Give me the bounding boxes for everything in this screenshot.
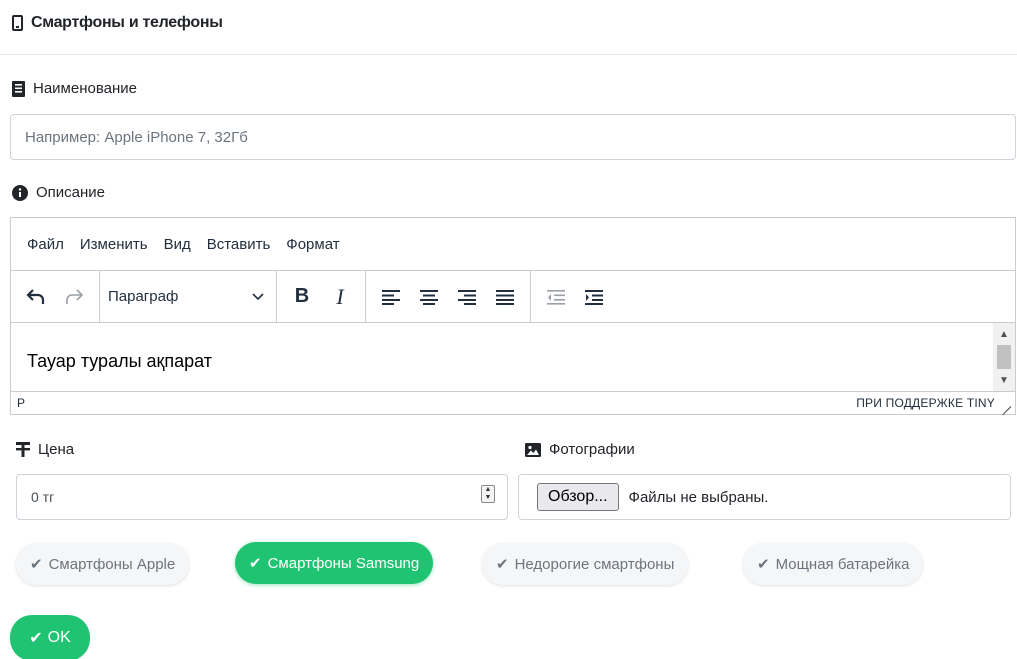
page-title: Смартфоны и телефоны <box>31 14 223 31</box>
block-format-value: Параграф <box>108 288 179 305</box>
description-label: Описание <box>36 184 106 201</box>
check-icon: ✔ <box>496 556 509 573</box>
menu-edit[interactable]: Изменить <box>80 236 148 253</box>
editor-content-area[interactable]: Тауар туралы ақпарат ▲ ▼ <box>11 323 1015 391</box>
tiny-branding-link[interactable]: ПРИ ПОДДЕРЖКЕ TINY <box>856 396 995 410</box>
price-label: Цена <box>38 441 75 458</box>
redo-icon <box>66 288 84 304</box>
italic-button[interactable]: I <box>323 280 357 314</box>
chevron-down-icon <box>252 292 264 300</box>
menu-format[interactable]: Формат <box>286 236 339 253</box>
tag-apple-smartphones[interactable]: ✔ Смартфоны Apple <box>16 543 190 585</box>
text-style-group: B I <box>277 271 366 322</box>
align-left-icon <box>382 289 400 305</box>
indent-group <box>531 271 619 322</box>
status-right: ПРИ ПОДДЕРЖКЕ TINY <box>856 396 1011 410</box>
price-label-row: Цена <box>16 441 74 458</box>
element-path[interactable]: P <box>17 396 25 410</box>
photos-file-input[interactable]: Обзор... Файлы не выбраны. <box>518 474 1011 520</box>
editor-toolbar: Параграф B I <box>11 271 1015 323</box>
form-header: Смартфоны и телефоны <box>0 0 1017 55</box>
tag-cheap-smartphones[interactable]: ✔ Недорогие смартфоны <box>482 543 689 585</box>
outdent-button[interactable] <box>539 280 573 314</box>
indent-button[interactable] <box>577 280 611 314</box>
scroll-up-icon[interactable]: ▲ <box>993 325 1015 343</box>
description-label-row: Описание <box>12 184 105 201</box>
align-center-button[interactable] <box>412 280 446 314</box>
text-height-icon <box>16 442 30 457</box>
alignment-group <box>366 271 531 322</box>
editor-scrollbar[interactable]: ▲ ▼ <box>993 323 1015 391</box>
image-icon <box>525 442 541 457</box>
editor-statusbar: P ПРИ ПОДДЕРЖКЕ TINY <box>11 391 1015 414</box>
check-icon: ✔ <box>30 556 43 573</box>
file-status: Файлы не выбраны. <box>628 488 769 506</box>
align-right-button[interactable] <box>450 280 484 314</box>
align-left-button[interactable] <box>374 280 408 314</box>
check-icon: ✔ <box>757 556 770 573</box>
resize-handle-icon[interactable] <box>1001 398 1011 408</box>
tag-powerful-battery[interactable]: ✔ Мощная батарейка <box>743 543 924 585</box>
tag-label: Смартфоны Apple <box>48 555 176 573</box>
description-editor: Файл Изменить Вид Вставить Формат Парагр… <box>10 217 1016 415</box>
spinner-up-icon[interactable]: ▲ <box>482 486 494 494</box>
photos-label-row: Фотографии <box>525 441 635 458</box>
align-right-icon <box>458 289 476 305</box>
ok-button[interactable]: ✔ OK <box>10 615 90 659</box>
header-title-row: Смартфоны и телефоны <box>12 14 223 32</box>
photos-label: Фотографии <box>549 441 635 458</box>
scroll-down-icon[interactable]: ▼ <box>993 371 1015 389</box>
spinner-down-icon[interactable]: ▼ <box>482 494 494 502</box>
tag-label: Смартфоны Samsung <box>267 554 420 572</box>
browse-button[interactable]: Обзор... <box>537 483 619 511</box>
phone-icon <box>12 15 23 31</box>
indent-icon <box>585 289 603 305</box>
tag-samsung-smartphones[interactable]: ✔ Смартфоны Samsung <box>235 542 434 584</box>
info-icon <box>12 184 28 201</box>
bold-button[interactable]: B <box>285 280 319 314</box>
menu-view[interactable]: Вид <box>164 236 191 253</box>
align-center-icon <box>420 289 438 305</box>
number-spinner[interactable]: ▲ ▼ <box>481 485 495 503</box>
undo-icon <box>26 288 45 304</box>
block-format-group: Параграф <box>100 271 277 322</box>
tag-label: Недорогие смартфоны <box>514 555 675 573</box>
align-justify-button[interactable] <box>488 280 522 314</box>
name-input[interactable]: Например: Apple iPhone 7, 32Гб <box>10 114 1016 160</box>
editor-menubar: Файл Изменить Вид Вставить Формат <box>11 218 1015 271</box>
outdent-icon <box>547 289 565 305</box>
history-group <box>11 271 100 322</box>
menu-file[interactable]: Файл <box>27 236 64 253</box>
ok-label: OK <box>47 629 71 646</box>
name-label-row: Наименование <box>12 80 137 97</box>
tag-label: Мощная батарейка <box>775 555 910 573</box>
price-input[interactable]: 0 тг ▲ ▼ <box>16 474 508 520</box>
scroll-thumb[interactable] <box>997 345 1011 369</box>
name-input-placeholder: Например: Apple iPhone 7, 32Гб <box>25 128 248 146</box>
menu-insert[interactable]: Вставить <box>207 236 271 253</box>
editor-content-text: Тауар туралы ақпарат <box>27 351 213 371</box>
align-justify-icon <box>496 289 514 305</box>
block-format-select[interactable]: Параграф <box>104 288 272 305</box>
undo-button[interactable] <box>19 280 53 314</box>
name-label: Наименование <box>33 80 137 97</box>
price-value: 0 тг <box>31 489 55 505</box>
receipt-icon <box>12 80 25 97</box>
redo-button[interactable] <box>57 280 91 314</box>
check-icon: ✔ <box>29 630 43 647</box>
check-icon: ✔ <box>249 555 262 572</box>
